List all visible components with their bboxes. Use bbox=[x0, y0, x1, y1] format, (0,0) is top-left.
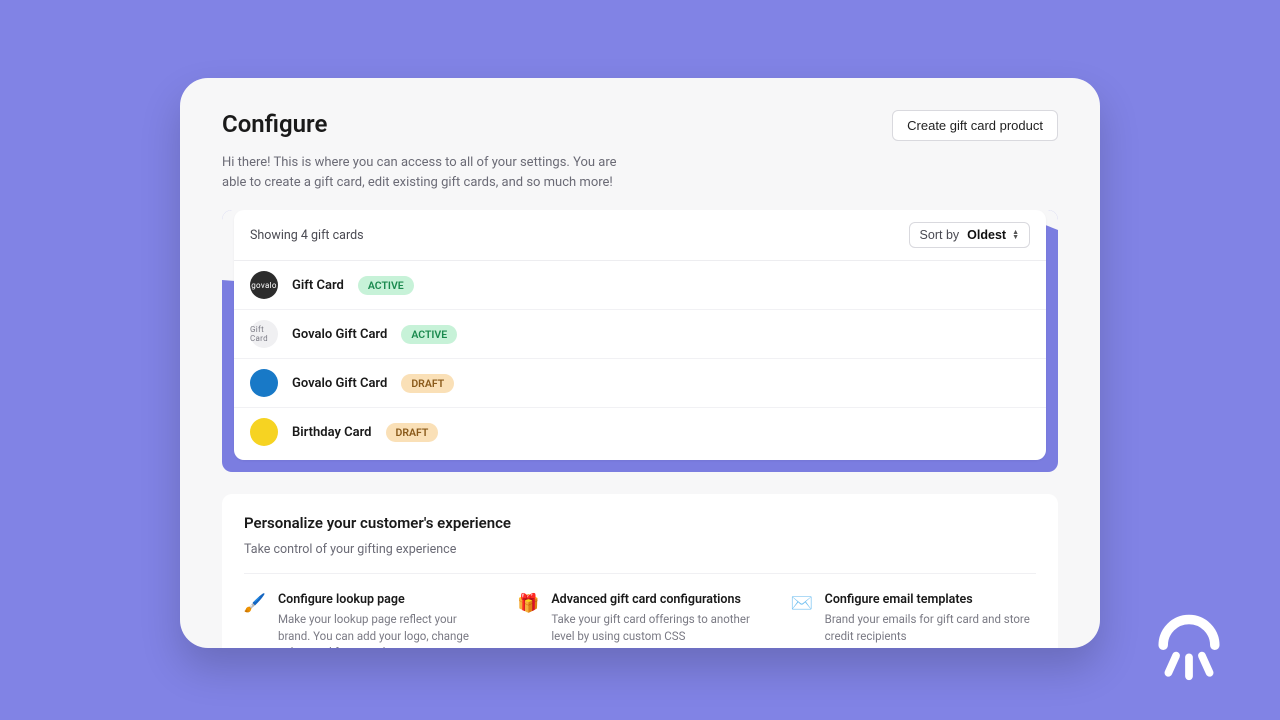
gift-card-avatar bbox=[250, 418, 278, 446]
showing-count: Showing 4 gift cards bbox=[250, 228, 364, 243]
mail-icon: ✉️ bbox=[791, 592, 813, 614]
feature-item[interactable]: ✉️ Configure email templates Brand your em… bbox=[791, 592, 1036, 648]
sort-value: Oldest bbox=[967, 228, 1006, 242]
gift-card-row[interactable]: Gift Card Govalo Gift Card ACTIVE bbox=[234, 310, 1046, 359]
gift-card-avatar: Gift Card bbox=[250, 320, 278, 348]
gift-card-name: Govalo Gift Card bbox=[292, 327, 387, 342]
status-badge: DRAFT bbox=[401, 374, 454, 393]
sort-prefix: Sort by bbox=[920, 228, 960, 242]
feature-desc: Take your gift card offerings to another… bbox=[551, 611, 762, 644]
gift-card-row[interactable]: Birthday Card DRAFT bbox=[234, 408, 1046, 460]
gift-card-row[interactable]: Govalo Gift Card DRAFT bbox=[234, 359, 1046, 408]
gift-card-panel: Showing 4 gift cards Sort by Oldest ▲▼ g… bbox=[222, 210, 1058, 472]
feature-title: Configure email templates bbox=[825, 592, 1036, 607]
gift-card-name: Govalo Gift Card bbox=[292, 376, 387, 391]
personalize-title: Personalize your customer's experience bbox=[244, 514, 1036, 532]
brush-icon: 🖌️ bbox=[244, 592, 266, 614]
create-gift-card-button[interactable]: Create gift card product bbox=[892, 110, 1058, 141]
status-badge: DRAFT bbox=[386, 423, 439, 442]
gift-card-rows: govalo Gift Card ACTIVE Gift Card Govalo Gif… bbox=[234, 261, 1046, 460]
gift-card-name: Birthday Card bbox=[292, 425, 372, 440]
gift-card-row[interactable]: govalo Gift Card ACTIVE bbox=[234, 261, 1046, 310]
page-header: Configure Create gift card product bbox=[222, 110, 1058, 141]
gift-card-name: Gift Card bbox=[292, 278, 344, 293]
page-title: Configure bbox=[222, 110, 327, 138]
status-badge: ACTIVE bbox=[358, 276, 414, 295]
sort-button[interactable]: Sort by Oldest ▲▼ bbox=[909, 222, 1030, 248]
feature-desc: Brand your emails for gift card and stor… bbox=[825, 611, 1036, 644]
personalize-subtitle: Take control of your gifting experience bbox=[244, 542, 1036, 574]
feature-desc: Make your lookup page reflect your brand… bbox=[278, 611, 489, 648]
sort-caret-icon: ▲▼ bbox=[1012, 230, 1019, 240]
feature-grid: 🖌️ Configure lookup page Make your lookup … bbox=[244, 574, 1036, 648]
gift-card-list-card: Showing 4 gift cards Sort by Oldest ▲▼ g… bbox=[234, 210, 1046, 460]
app-window: Configure Create gift card product Hi th… bbox=[180, 78, 1100, 648]
gift-card-avatar bbox=[250, 369, 278, 397]
feature-text: Configure email templates Brand your emai… bbox=[825, 592, 1036, 648]
feature-item[interactable]: 🖌️ Configure lookup page Make your lookup … bbox=[244, 592, 489, 648]
personalize-card: Personalize your customer's experience T… bbox=[222, 494, 1058, 648]
feature-text: Configure lookup page Make your lookup pa… bbox=[278, 592, 489, 648]
feature-text: Advanced gift card configurations Take yo… bbox=[551, 592, 762, 648]
gift-card-avatar: govalo bbox=[250, 271, 278, 299]
gift-icon: 🎁 bbox=[517, 592, 539, 614]
feature-title: Advanced gift card configurations bbox=[551, 592, 762, 607]
status-badge: ACTIVE bbox=[401, 325, 457, 344]
page-subtitle: Hi there! This is where you can access t… bbox=[222, 153, 622, 192]
feature-title: Configure lookup page bbox=[278, 592, 489, 607]
brand-logo-icon bbox=[1146, 604, 1232, 690]
feature-item[interactable]: 🎁 Advanced gift card configurations Take y… bbox=[517, 592, 762, 648]
list-header: Showing 4 gift cards Sort by Oldest ▲▼ bbox=[234, 210, 1046, 261]
